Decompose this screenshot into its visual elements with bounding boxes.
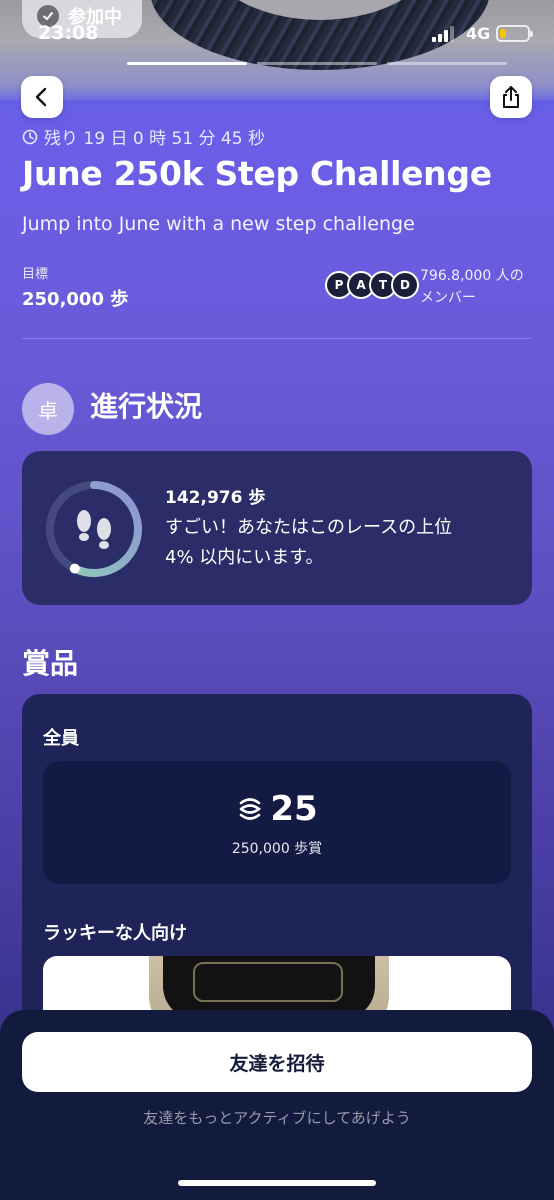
progress-badge: 卓 (22, 383, 74, 435)
prize-caption: 250,000 歩賞 (231, 841, 323, 857)
back-button[interactable] (21, 76, 63, 118)
challenge-title: June 250k Step Challenge (22, 154, 492, 193)
story-segment (387, 62, 507, 65)
share-icon (503, 86, 519, 108)
rank-line1: すごい！あなたはこのレースの上位 (165, 517, 453, 538)
battery-icon (496, 25, 533, 42)
invite-friends-button[interactable]: 友達を招待 (22, 1032, 532, 1092)
status-bar: 参加中 23:08 4G (0, 0, 554, 48)
footprints-icon (77, 510, 111, 549)
lucky-label: ラッキーな人向け (43, 923, 187, 944)
story-progress (127, 62, 507, 66)
everyone-label: 全員 (43, 728, 79, 749)
signal-icon (432, 26, 454, 42)
progress-title: 進行状況 (90, 390, 203, 423)
home-indicator[interactable] (178, 1180, 376, 1186)
invite-hint: 友達をもっとアクティブにしてあげよう (143, 1109, 411, 1127)
goal-label: 目標 (22, 267, 49, 282)
rank-line2: 4% 以内にいます。 (165, 547, 324, 568)
progress-ring (46, 481, 142, 577)
coin-icon (240, 798, 262, 820)
member-count[interactable]: 796.8,000 人の メンバー (420, 265, 544, 309)
clock-icon (22, 129, 38, 144)
challenge-subtitle: Jump into June with a new step challenge (22, 213, 415, 235)
story-segment (127, 62, 247, 65)
goal-value: 250,000 歩 (22, 289, 129, 310)
progress-card: 142,976 歩 すごい！あなたはこのレースの上位 4% 以内にいます。 (22, 451, 532, 605)
chevron-left-icon (35, 87, 47, 107)
member-count-line2: メンバー (420, 290, 476, 306)
member-count-line1: 796.8,000 人の (420, 268, 524, 284)
prizes-title: 賞品 (22, 647, 79, 680)
steps-count: 142,976 歩 (165, 488, 266, 508)
countdown-text: 残り 19 日 0 時 51 分 45 秒 (44, 129, 265, 149)
coin-prize-tile[interactable]: 25 250,000 歩賞 (43, 761, 511, 884)
clock: 23:08 (38, 22, 99, 44)
bottom-sheet: 友達を招待 友達をもっとアクティブにしてあげよう (0, 1010, 554, 1200)
rank-text: すごい！あなたはこのレースの上位 4% 以内にいます。 (165, 513, 515, 573)
avatar: D (391, 271, 419, 299)
member-avatars[interactable]: P A T D (325, 271, 419, 301)
share-button[interactable] (490, 76, 532, 118)
network-type: 4G (466, 24, 491, 43)
countdown: 残り 19 日 0 時 51 分 45 秒 (22, 124, 265, 149)
ring-end-dot (69, 563, 80, 574)
story-segment (257, 62, 377, 65)
coin-value: 25 (270, 789, 318, 829)
divider (22, 338, 532, 339)
coin-amount: 25 (43, 789, 511, 829)
